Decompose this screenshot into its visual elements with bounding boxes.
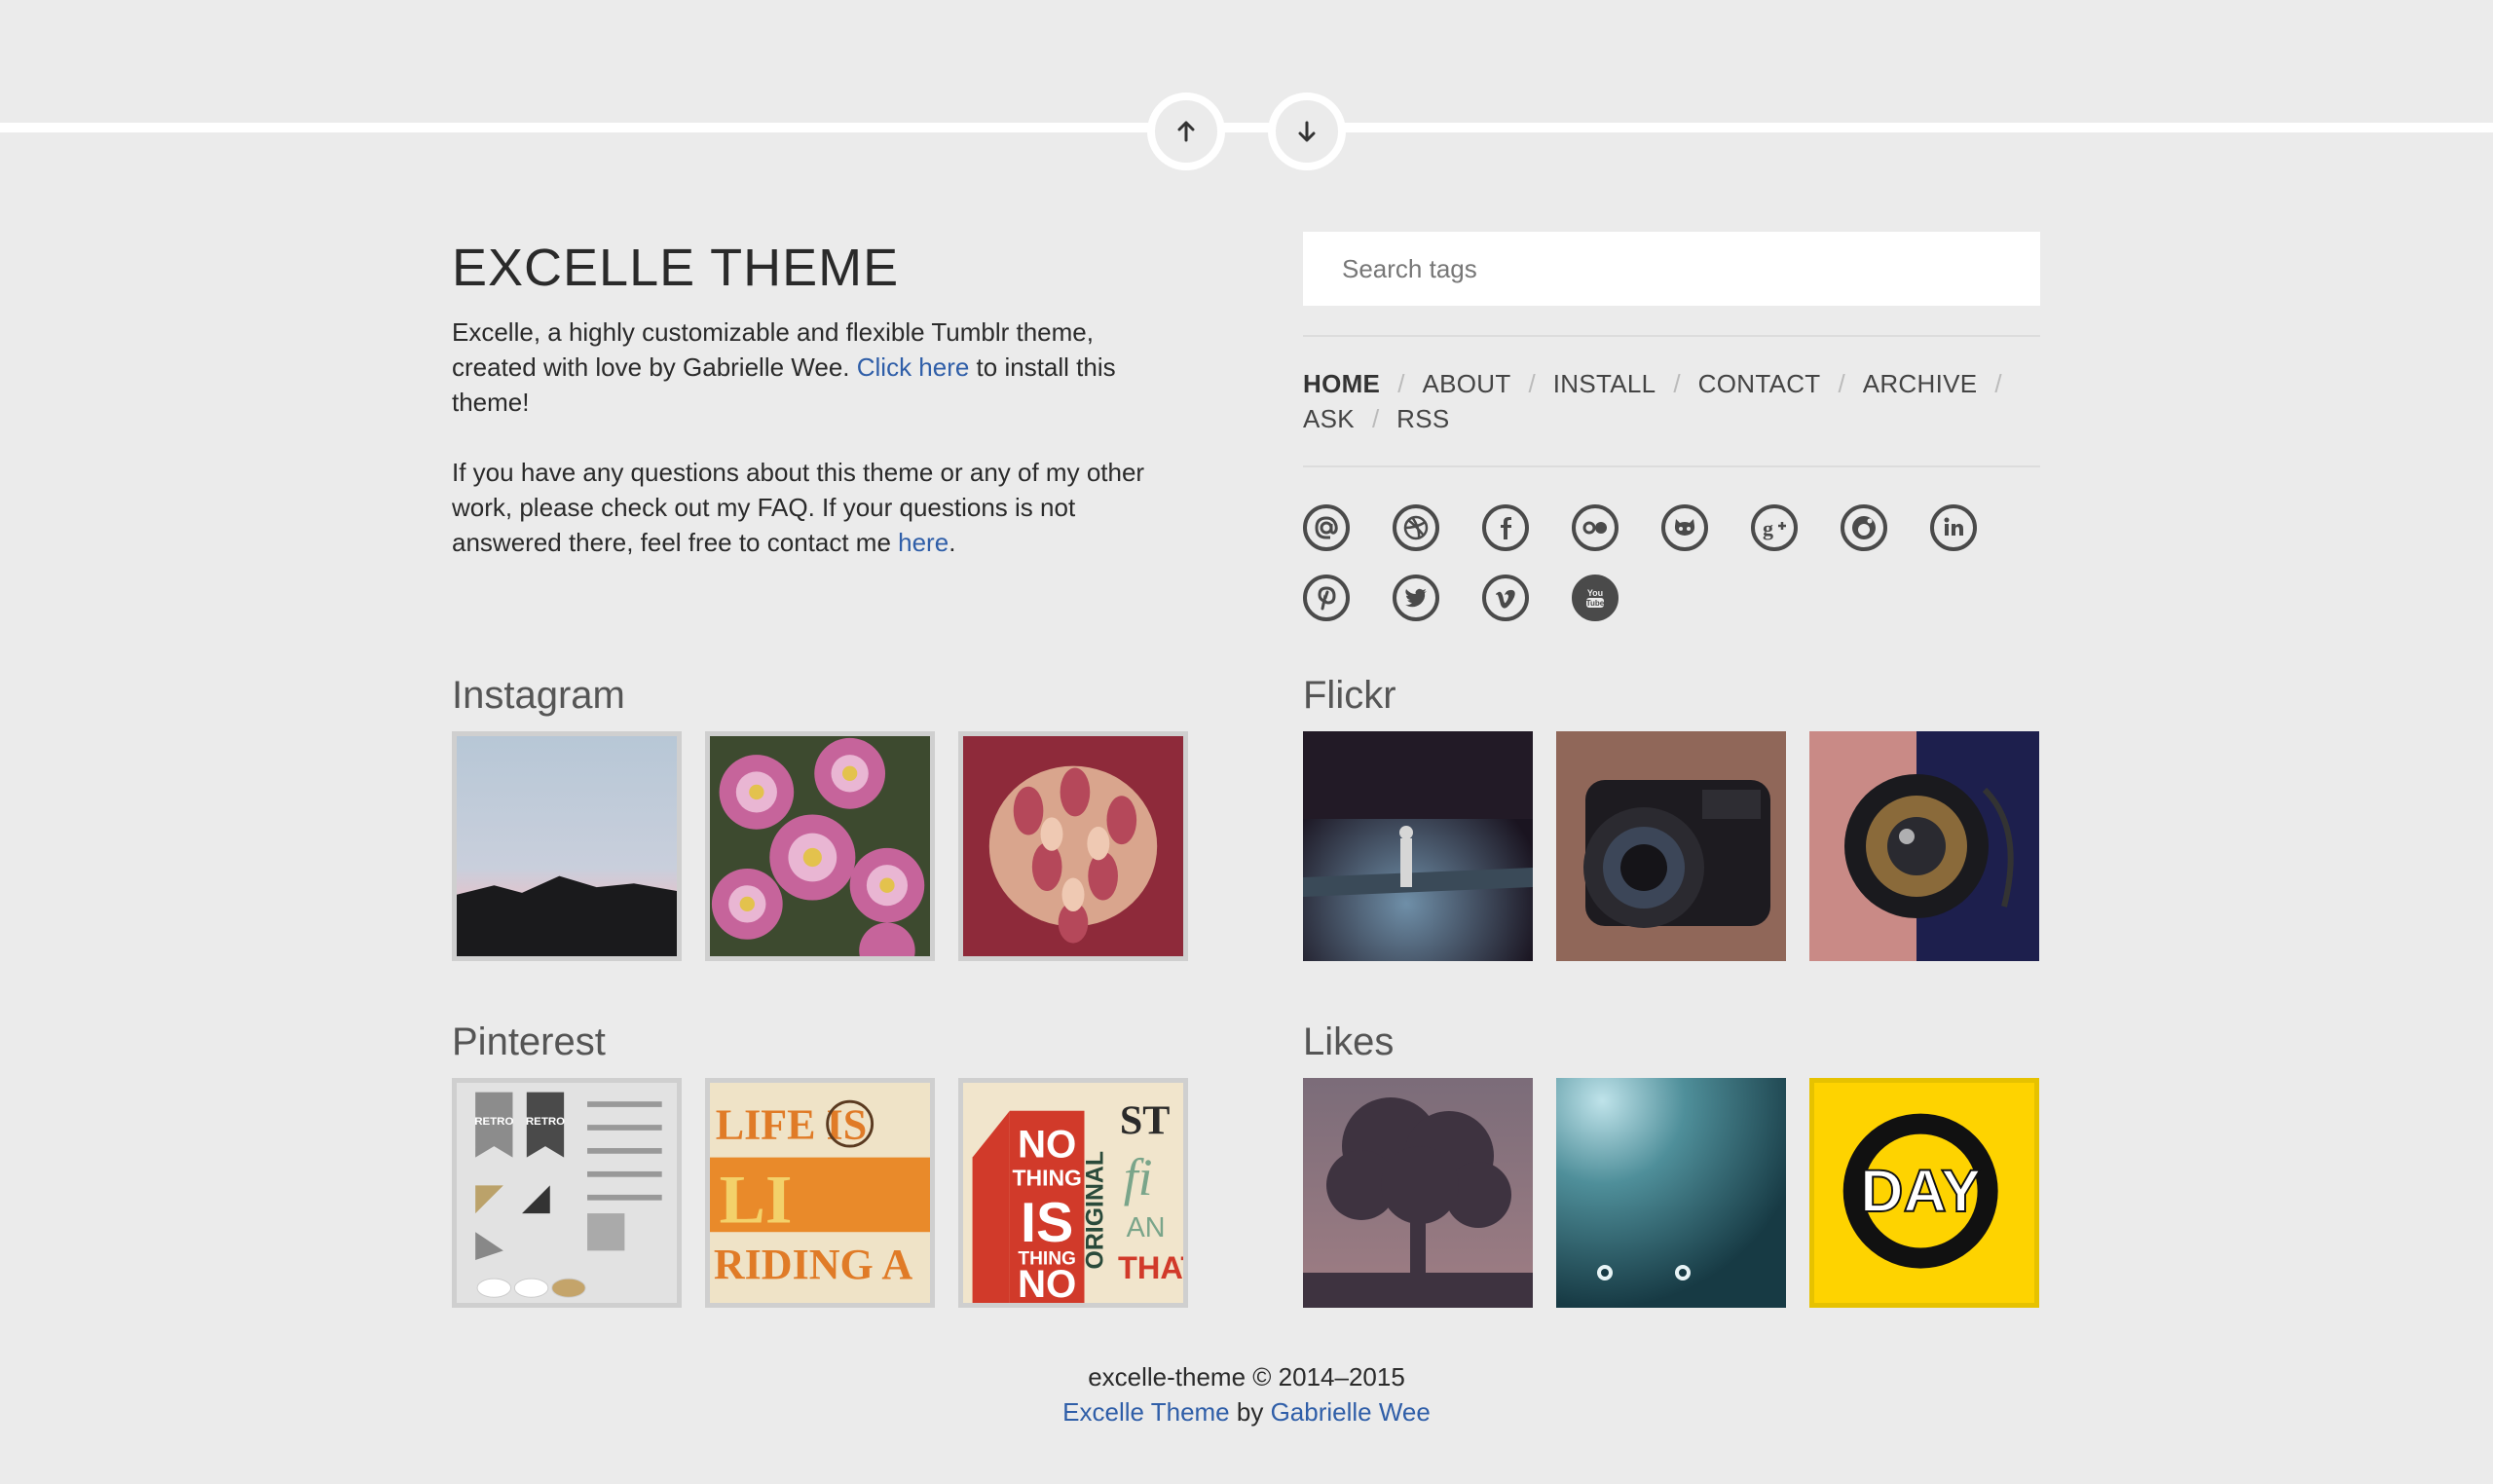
vimeo-icon[interactable] xyxy=(1482,575,1529,621)
site-faq-text: If you have any questions about this the… xyxy=(452,455,1172,560)
flickr-thumb[interactable] xyxy=(1556,731,1786,961)
poster-text: THAT xyxy=(1118,1250,1183,1285)
pinterest-icon[interactable] xyxy=(1303,575,1350,621)
pinterest-gallery: RETRO RETRO LIFE IS LI RIDING A NO THING IS NO… xyxy=(452,1078,1188,1308)
menu-item-contact[interactable]: CONTACT xyxy=(1698,369,1821,398)
search-input[interactable] xyxy=(1303,232,2040,306)
scroll-up-button[interactable] xyxy=(1147,93,1225,170)
faq-text: If you have any questions about this the… xyxy=(452,458,1145,557)
menu-separator: / xyxy=(1371,404,1380,433)
faq-text: . xyxy=(949,528,956,557)
install-link[interactable]: Click here xyxy=(857,352,970,382)
instagram-heading: Instagram xyxy=(452,674,625,717)
social-links: g You Tube xyxy=(1303,504,2040,621)
likes-heading: Likes xyxy=(1303,1020,1395,1063)
svg-text:Tube: Tube xyxy=(1586,599,1605,608)
menu-item-about[interactable]: ABOUT xyxy=(1422,369,1510,398)
site-description: Excelle, a highly customizable and flexi… xyxy=(452,315,1172,420)
top-divider xyxy=(0,123,2493,132)
menu-separator: / xyxy=(1673,369,1681,398)
instagram-gallery xyxy=(452,731,1188,961)
poster-text: ST xyxy=(1120,1098,1171,1144)
poster-text: AN xyxy=(1127,1212,1166,1243)
menu-separator: / xyxy=(1397,369,1405,398)
youtube-icon[interactable]: You Tube xyxy=(1572,575,1619,621)
google-plus-icon[interactable]: g xyxy=(1751,504,1798,551)
poster-text: NO xyxy=(1018,1123,1076,1167)
scroll-down-button[interactable] xyxy=(1268,93,1346,170)
site-title: EXCELLE THEME xyxy=(452,239,900,297)
divider xyxy=(1303,335,2040,337)
poster-text: ORIGINAL xyxy=(1082,1151,1109,1270)
menu-separator: / xyxy=(1994,369,2002,398)
arrow-down-icon xyxy=(1298,121,1316,142)
flickr-thumb[interactable] xyxy=(1809,731,2039,961)
credits: Excelle Theme by Gabrielle Wee xyxy=(0,1394,2493,1429)
copyright: excelle-theme © 2014–2015 xyxy=(1088,1362,1405,1391)
author-link[interactable]: Gabrielle Wee xyxy=(1271,1397,1431,1427)
pinterest-thumb[interactable]: RETRO RETRO xyxy=(452,1078,682,1308)
contact-link[interactable]: here xyxy=(898,528,949,557)
reddit-icon[interactable] xyxy=(1841,504,1887,551)
email-icon[interactable] xyxy=(1303,504,1350,551)
menu-separator: / xyxy=(1838,369,1845,398)
sidebar: HOME / ABOUT / INSTALL / CONTACT / ARCHIVE / ASK / R… xyxy=(1303,232,2040,621)
poster-text: THING xyxy=(1018,1249,1076,1270)
retro-text: RETRO xyxy=(474,1116,513,1128)
menu-item-install[interactable]: INSTALL xyxy=(1553,369,1656,398)
github-icon[interactable] xyxy=(1661,504,1708,551)
main-menu: HOME / ABOUT / INSTALL / CONTACT / ARCHIVE / ASK / R… xyxy=(1303,366,2040,436)
likes-gallery: DAY xyxy=(1303,1078,2039,1308)
arrow-up-icon xyxy=(1177,121,1195,142)
likes-thumb[interactable] xyxy=(1556,1078,1786,1308)
menu-item-ask[interactable]: ASK xyxy=(1303,404,1355,433)
instagram-thumb[interactable] xyxy=(452,731,682,961)
svg-text:g: g xyxy=(1763,516,1773,540)
poster-text: LIFE IS xyxy=(716,1100,867,1148)
facebook-icon[interactable] xyxy=(1482,504,1529,551)
svg-text:You: You xyxy=(1587,588,1603,598)
likes-thumb[interactable]: DAY xyxy=(1809,1078,2039,1308)
twitter-icon[interactable] xyxy=(1393,575,1439,621)
pinterest-heading: Pinterest xyxy=(452,1020,606,1063)
pinterest-thumb[interactable]: NOTHINGISNOTHINGORIGINALSTfiANTHAT xyxy=(958,1078,1188,1308)
menu-item-rss[interactable]: RSS xyxy=(1396,404,1449,433)
poster-text: RIDING A xyxy=(714,1241,913,1288)
credits-by: by xyxy=(1229,1397,1271,1427)
footer: excelle-theme © 2014–2015 Excelle Theme … xyxy=(0,1359,2493,1429)
site-intro: EXCELLE THEME Excelle, a highly customiz… xyxy=(452,239,1192,560)
flickr-gallery xyxy=(1303,731,2039,961)
menu-item-archive[interactable]: ARCHIVE xyxy=(1863,369,1978,398)
day-text: DAY xyxy=(1860,1158,1981,1224)
flickr-thumb[interactable] xyxy=(1303,731,1533,961)
linkedin-icon[interactable] xyxy=(1930,504,1977,551)
poster-text: IS xyxy=(1021,1192,1073,1254)
poster-text: THING xyxy=(1012,1165,1081,1190)
poster-text: LI xyxy=(720,1163,793,1239)
likes-thumb[interactable] xyxy=(1303,1078,1533,1308)
menu-separator: / xyxy=(1528,369,1536,398)
instagram-thumb[interactable] xyxy=(958,731,1188,961)
instagram-thumb[interactable] xyxy=(705,731,935,961)
pinterest-thumb[interactable]: LIFE IS LI RIDING A xyxy=(705,1078,935,1308)
flickr-icon[interactable] xyxy=(1572,504,1619,551)
poster-text: fi xyxy=(1124,1148,1153,1206)
theme-link[interactable]: Excelle Theme xyxy=(1062,1397,1230,1427)
dribbble-icon[interactable] xyxy=(1393,504,1439,551)
menu-item-home[interactable]: HOME xyxy=(1303,369,1380,398)
flickr-heading: Flickr xyxy=(1303,674,1396,717)
divider xyxy=(1303,465,2040,467)
retro-text: RETRO xyxy=(526,1116,565,1128)
